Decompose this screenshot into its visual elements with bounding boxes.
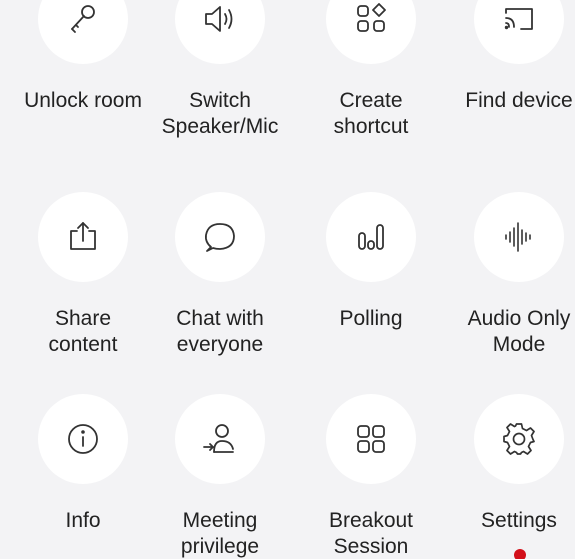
settings-icon-circle[interactable] [474, 394, 564, 484]
gear-icon [503, 423, 535, 455]
chat-with-everyone-label: Chat with everyone [176, 307, 264, 356]
share-icon [70, 222, 96, 250]
cast-icon [504, 8, 533, 30]
create-shortcut-label: Create shortcut [333, 89, 409, 138]
info-button[interactable]: Info [8, 394, 158, 534]
polling-icon-circle[interactable] [326, 192, 416, 282]
polling-button[interactable]: Polling [296, 192, 446, 332]
unlock-room-button[interactable]: Unlock room [8, 0, 158, 114]
more-options-grid: Unlock room Switch Speaker/Mic Create sh… [0, 0, 575, 559]
notification-dot [514, 549, 526, 559]
share-content-icon-circle[interactable] [38, 192, 128, 282]
audio-only-mode-button[interactable]: Audio Only Mode [444, 192, 575, 358]
chat-icon [204, 223, 235, 252]
polling-label: Polling [339, 307, 403, 330]
switch-speaker-mic-label: Switch Speaker/Mic [161, 89, 279, 138]
meeting-privilege-button[interactable]: Meeting privilege [145, 394, 295, 559]
breakout-session-icon-circle[interactable] [326, 394, 416, 484]
chat-icon-circle[interactable] [175, 192, 265, 282]
meeting-privilege-icon-circle[interactable] [175, 394, 265, 484]
speaker-icon [205, 6, 233, 32]
info-icon-circle[interactable] [38, 394, 128, 484]
share-content-button[interactable]: Share content [8, 192, 158, 358]
meeting-privilege-label: Meeting privilege [180, 509, 260, 558]
breakout-session-label: Breakout Session [328, 509, 414, 558]
audio-wave-icon [505, 222, 531, 252]
unlock-room-label: Unlock room [24, 89, 142, 112]
shortcut-icon [357, 3, 386, 32]
switch-speaker-mic-button[interactable]: Switch Speaker/Mic [145, 0, 295, 140]
key-icon [71, 5, 95, 33]
create-shortcut-icon-circle[interactable] [326, 0, 416, 64]
share-content-label: Share content [48, 307, 118, 356]
find-device-icon-circle[interactable] [474, 0, 564, 64]
create-shortcut-button[interactable]: Create shortcut [296, 0, 446, 140]
info-icon [68, 424, 98, 454]
settings-button[interactable]: Settings [444, 394, 575, 534]
settings-label: Settings [481, 509, 557, 532]
meeting-privilege-icon [203, 424, 234, 453]
find-device-label: Find device [465, 89, 573, 112]
breakout-icon [357, 425, 385, 453]
unlock-room-icon-circle[interactable] [38, 0, 128, 64]
breakout-session-button[interactable]: Breakout Session [296, 394, 446, 559]
audio-only-mode-label: Audio Only Mode [467, 307, 571, 356]
chat-with-everyone-button[interactable]: Chat with everyone [145, 192, 295, 358]
info-label: Info [65, 509, 101, 532]
polling-icon [358, 224, 384, 250]
find-device-button[interactable]: Find device [444, 0, 575, 114]
switch-speaker-icon-circle[interactable] [175, 0, 265, 64]
audio-only-icon-circle[interactable] [474, 192, 564, 282]
